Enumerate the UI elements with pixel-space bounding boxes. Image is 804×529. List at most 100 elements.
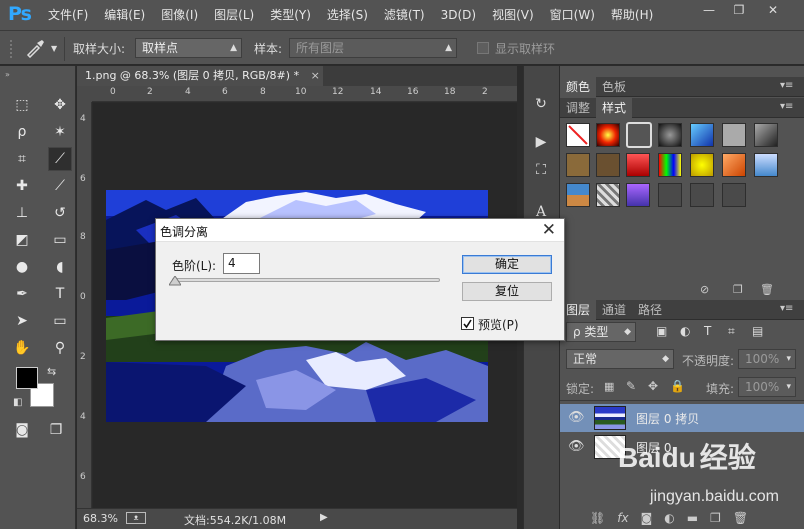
levels-slider-thumb[interactable]: [169, 276, 181, 286]
default-colors-icon[interactable]: ◧: [13, 397, 22, 408]
style-swatch[interactable]: [722, 183, 746, 207]
menu-view[interactable]: 视图(V): [484, 0, 542, 31]
rectangle-tool-icon[interactable]: ▭: [48, 309, 72, 333]
restore-button[interactable]: ❐: [726, 1, 752, 19]
style-swatch[interactable]: [722, 153, 746, 177]
lock-position-icon[interactable]: ✥: [648, 379, 658, 393]
clone-stamp-tool-icon[interactable]: ⊥: [10, 201, 34, 225]
ok-button[interactable]: 确定: [462, 255, 552, 274]
menu-edit[interactable]: 编辑(E): [96, 0, 153, 31]
menu-image[interactable]: 图像(I): [153, 0, 206, 31]
style-swatch[interactable]: [626, 153, 650, 177]
close-window-button[interactable]: ✕: [760, 1, 786, 19]
brush-tool-icon[interactable]: ⟋: [48, 174, 72, 198]
menu-3d[interactable]: 3D(D): [433, 0, 484, 31]
shape-filter-icon[interactable]: ⌗: [728, 324, 735, 339]
type-filter-icon[interactable]: T: [704, 324, 711, 338]
sample-select[interactable]: 所有图层 ▲: [289, 38, 457, 58]
style-swatch[interactable]: [596, 153, 620, 177]
delete-style-icon[interactable]: 🗑: [760, 283, 774, 296]
tool-preset-chevron-icon[interactable]: ▼: [51, 44, 57, 53]
smart-object-filter-icon[interactable]: ▤: [752, 324, 763, 338]
reset-button[interactable]: 复位: [462, 282, 552, 301]
path-selection-tool-icon[interactable]: ➤: [10, 309, 34, 333]
show-ring-checkbox[interactable]: [477, 42, 489, 54]
3d-panel-icon[interactable]: ⛶: [531, 160, 551, 180]
document-tab[interactable]: 1.png @ 68.3% (图层 0 拷贝, RGB/8#) * ×: [77, 66, 323, 86]
proof-icon[interactable]: ᴥ: [126, 512, 146, 524]
sample-size-select[interactable]: 取样点 ▲: [135, 38, 242, 58]
lasso-tool-icon[interactable]: ρ: [10, 120, 34, 144]
opacity-input[interactable]: 100% ▾: [738, 349, 796, 369]
menu-layer[interactable]: 图层(L): [206, 0, 262, 31]
style-swatch[interactable]: [596, 183, 620, 207]
close-tab-icon[interactable]: ×: [311, 69, 320, 82]
marquee-tool-icon[interactable]: ⬚: [10, 93, 34, 117]
history-panel-icon[interactable]: ↻: [531, 94, 551, 114]
layer-name[interactable]: 图层 0 拷贝: [636, 410, 699, 427]
lock-pixels-icon[interactable]: ✎: [626, 379, 636, 393]
blend-mode-select[interactable]: 正常 ◆: [566, 349, 674, 369]
style-swatch[interactable]: [626, 183, 650, 207]
eyedropper-icon[interactable]: [24, 38, 46, 58]
zoom-level[interactable]: 68.3%: [83, 512, 118, 525]
history-brush-tool-icon[interactable]: ↺: [48, 201, 72, 225]
quick-mask-icon[interactable]: ◙: [10, 418, 34, 442]
gradient-tool-icon[interactable]: ▭: [48, 228, 72, 252]
levels-slider-track[interactable]: [172, 278, 440, 282]
adjustment-filter-icon[interactable]: ◐: [680, 324, 690, 338]
menu-help[interactable]: 帮助(H): [603, 0, 661, 31]
style-none-swatch[interactable]: [566, 123, 590, 147]
foreground-color-swatch[interactable]: [16, 367, 38, 389]
style-swatch[interactable]: [566, 153, 590, 177]
tab-channels[interactable]: 通道: [596, 300, 632, 320]
menu-type[interactable]: 类型(Y): [262, 0, 319, 31]
style-swatch[interactable]: [690, 123, 714, 147]
menu-select[interactable]: 选择(S): [319, 0, 376, 31]
blur-tool-icon[interactable]: ●: [10, 255, 34, 279]
visibility-eye-icon[interactable]: 👁: [568, 410, 585, 425]
actions-panel-icon[interactable]: ▶: [531, 132, 551, 152]
style-swatch[interactable]: [690, 153, 714, 177]
menu-window[interactable]: 窗口(W): [542, 0, 603, 31]
style-swatch[interactable]: [722, 123, 746, 147]
magic-wand-tool-icon[interactable]: ✶: [48, 120, 72, 144]
visibility-eye-icon[interactable]: 👁: [568, 439, 585, 454]
style-swatch[interactable]: [596, 123, 620, 147]
menu-file[interactable]: 文件(F): [40, 0, 96, 31]
tab-styles[interactable]: 样式: [596, 97, 633, 118]
move-tool-icon[interactable]: ✥: [48, 93, 72, 117]
eyedropper-tool-icon[interactable]: ⟋: [48, 147, 72, 171]
hand-tool-icon[interactable]: ✋: [10, 336, 34, 360]
eraser-tool-icon[interactable]: ◩: [10, 228, 34, 252]
tab-paths[interactable]: 路径: [632, 300, 668, 320]
collapse-arrows-icon[interactable]: »: [5, 70, 10, 79]
style-swatch[interactable]: [754, 153, 778, 177]
dialog-close-icon[interactable]: ✕: [542, 220, 556, 240]
style-swatch[interactable]: [566, 183, 590, 207]
pen-tool-icon[interactable]: ✒: [10, 282, 34, 306]
clear-style-icon[interactable]: ⊘: [700, 283, 709, 296]
preview-checkbox[interactable]: [461, 317, 474, 330]
panel-menu-icon[interactable]: ▾≡: [780, 101, 793, 112]
fill-input[interactable]: 100% ▾: [738, 377, 796, 397]
dodge-tool-icon[interactable]: ◖: [48, 255, 72, 279]
new-style-icon[interactable]: ❐: [733, 283, 743, 296]
status-menu-arrow-icon[interactable]: ▶: [320, 512, 328, 523]
menu-filter[interactable]: 滤镜(T): [376, 0, 433, 31]
dialog-title-bar[interactable]: 色调分离 ✕: [156, 219, 564, 242]
panel-menu-icon[interactable]: ▾≡: [780, 303, 793, 314]
style-swatch[interactable]: [658, 183, 682, 207]
zoom-tool-icon[interactable]: ⚲: [48, 336, 72, 360]
minimize-button[interactable]: —: [696, 1, 722, 19]
lock-transparency-icon[interactable]: ▦: [604, 380, 614, 393]
tab-swatches[interactable]: 色板: [596, 77, 632, 97]
levels-input[interactable]: 4: [223, 253, 260, 274]
tab-color[interactable]: 颜色: [560, 76, 597, 97]
healing-brush-tool-icon[interactable]: ✚: [10, 174, 34, 198]
lock-all-icon[interactable]: 🔒: [670, 379, 685, 393]
style-swatch[interactable]: [658, 153, 682, 177]
panel-menu-icon[interactable]: ▾≡: [780, 80, 793, 91]
swap-colors-icon[interactable]: ⇆: [47, 365, 56, 378]
screen-mode-icon[interactable]: ❐: [44, 418, 68, 442]
